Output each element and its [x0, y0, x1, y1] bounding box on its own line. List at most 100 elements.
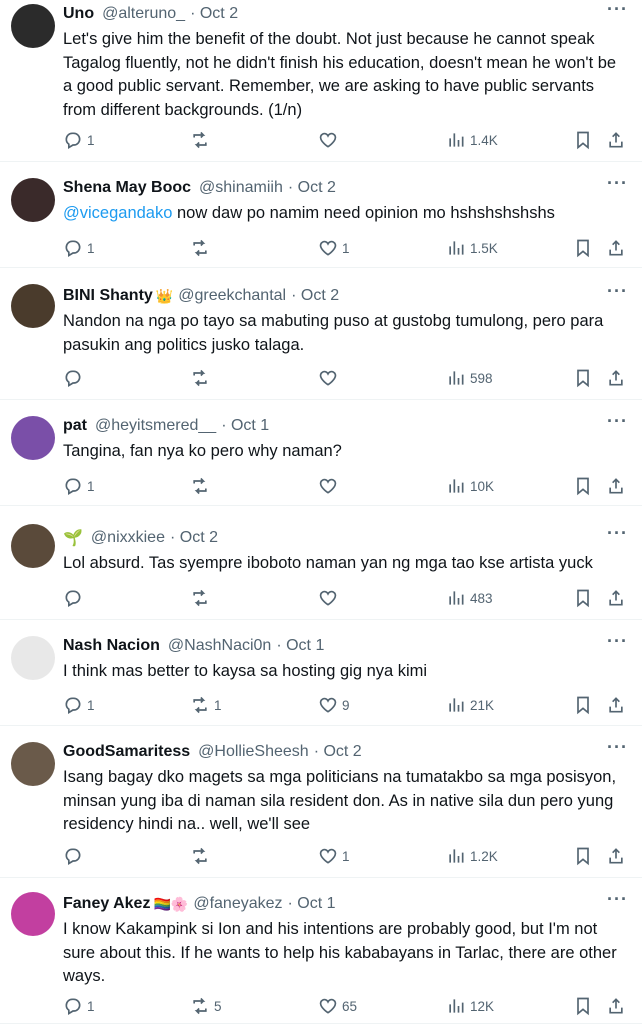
mention-link[interactable]: @vicegandako — [63, 204, 172, 222]
tweet[interactable]: Shena May Booc @shinamiih · Oct 2 ··· @viceg… — [0, 162, 642, 268]
handle[interactable]: @nixxkiee — [91, 529, 165, 547]
avatar[interactable] — [11, 892, 55, 936]
reply-button[interactable]: 1 — [63, 130, 95, 150]
bookmark-button[interactable] — [573, 368, 593, 388]
like-button[interactable] — [318, 476, 342, 496]
more-icon[interactable]: ··· — [607, 282, 628, 300]
share-button[interactable] — [606, 588, 626, 608]
views-button[interactable]: 10K — [446, 476, 494, 496]
timestamp[interactable]: · Oct 2 — [170, 529, 218, 547]
retweet-button[interactable] — [190, 130, 214, 150]
reply-button[interactable]: 1 — [63, 238, 95, 258]
share-button[interactable] — [606, 695, 626, 715]
reply-count: 1 — [87, 998, 95, 1014]
views-button[interactable]: 12K — [446, 996, 494, 1016]
views-button[interactable]: 483 — [446, 588, 493, 608]
bookmark-button[interactable] — [573, 238, 593, 258]
handle[interactable]: @alteruno_ — [102, 5, 185, 23]
handle[interactable]: @faneyakez — [193, 895, 282, 913]
timestamp[interactable]: · Oct 2 — [314, 743, 362, 761]
like-button[interactable]: 1 — [318, 238, 350, 258]
reply-button[interactable]: 1 — [63, 695, 95, 715]
bookmark-button[interactable] — [573, 130, 593, 150]
retweet-button[interactable] — [190, 588, 214, 608]
retweet-button[interactable]: 1 — [190, 695, 222, 715]
display-name[interactable]: Uno — [63, 5, 94, 23]
reply-button[interactable]: 1 — [63, 476, 95, 496]
tweet[interactable]: pat @heyitsmered__ · Oct 1 ··· Tangina, fan … — [0, 400, 642, 506]
share-button[interactable] — [606, 238, 626, 258]
display-name[interactable]: BINI Shanty — [63, 287, 153, 305]
like-button[interactable] — [318, 588, 342, 608]
retweet-button[interactable] — [190, 476, 214, 496]
avatar[interactable] — [11, 416, 55, 460]
tweet[interactable]: Faney Akez 🏳️‍🌈🌸 @faneyakez · Oct 1 ··· I kno… — [0, 878, 642, 1024]
tweet[interactable]: BINI Shanty 👑 @greekchantal · Oct 2 ··· Nando… — [0, 268, 642, 400]
bookmark-button[interactable] — [573, 588, 593, 608]
views-button[interactable]: 21K — [446, 695, 494, 715]
reply-button[interactable] — [63, 846, 87, 866]
timestamp[interactable]: · Oct 1 — [288, 895, 336, 913]
display-name[interactable]: Nash Nacion — [63, 637, 160, 655]
handle[interactable]: @shinamiih — [199, 179, 283, 197]
views-button[interactable]: 598 — [446, 368, 493, 388]
bookmark-button[interactable] — [573, 996, 593, 1016]
share-button[interactable] — [606, 130, 626, 150]
retweet-button[interactable] — [190, 238, 214, 258]
timestamp[interactable]: · Oct 2 — [291, 287, 339, 305]
bookmark-button[interactable] — [573, 846, 593, 866]
bookmark-button[interactable] — [573, 476, 593, 496]
retweet-button[interactable] — [190, 846, 214, 866]
reply-button[interactable]: 1 — [63, 996, 95, 1016]
more-icon[interactable]: ··· — [607, 412, 628, 430]
handle[interactable]: @greekchantal — [178, 287, 286, 305]
views-button[interactable]: 1.5K — [446, 238, 498, 258]
avatar[interactable] — [11, 636, 55, 680]
more-icon[interactable]: ··· — [607, 890, 628, 908]
like-button[interactable] — [318, 130, 342, 150]
share-button[interactable] — [606, 476, 626, 496]
handle[interactable]: @NashNaci0n — [168, 637, 271, 655]
like-button[interactable]: 9 — [318, 695, 350, 715]
more-icon[interactable]: ··· — [607, 524, 628, 542]
views-button[interactable]: 1.4K — [446, 130, 498, 150]
handle[interactable]: @HollieSheesh — [198, 743, 309, 761]
like-button[interactable] — [318, 368, 342, 388]
tweet[interactable]: Nash Nacion @NashNaci0n · Oct 1 ··· I think … — [0, 620, 642, 726]
timestamp[interactable]: · Oct 2 — [288, 179, 336, 197]
retweet-button[interactable] — [190, 368, 214, 388]
share-button[interactable] — [606, 368, 626, 388]
display-name[interactable]: Shena May Booc — [63, 179, 191, 197]
display-name[interactable]: GoodSamaritess — [63, 743, 190, 761]
more-icon[interactable]: ··· — [607, 632, 628, 650]
more-icon[interactable]: ··· — [607, 174, 628, 192]
retweet-button[interactable]: 5 — [190, 996, 222, 1016]
avatar[interactable] — [11, 742, 55, 786]
views-button[interactable]: 1.2K — [446, 846, 498, 866]
share-button[interactable] — [606, 846, 626, 866]
display-name[interactable]: Faney Akez — [63, 895, 150, 913]
reply-button[interactable] — [63, 588, 87, 608]
avatar[interactable] — [11, 524, 55, 568]
avatar[interactable] — [11, 4, 55, 48]
tweet[interactable]: 🌱 @nixxkiee · Oct 2 ··· Lol absurd. Tas syem… — [0, 506, 642, 620]
more-icon[interactable]: ··· — [607, 738, 628, 756]
share-button[interactable] — [606, 996, 626, 1016]
reply-button[interactable] — [63, 368, 87, 388]
tweet[interactable]: GoodSamaritess @HollieSheesh · Oct 2 ··· Isa… — [0, 726, 642, 878]
display-name[interactable]: 🌱 — [63, 528, 83, 548]
avatar[interactable] — [11, 284, 55, 328]
handle[interactable]: @heyitsmered__ — [95, 417, 216, 435]
timestamp[interactable]: · Oct 1 — [276, 637, 324, 655]
bookmark-button[interactable] — [573, 695, 593, 715]
avatar[interactable] — [11, 178, 55, 222]
more-icon[interactable]: ··· — [607, 0, 628, 18]
retweet-icon — [190, 476, 210, 496]
timestamp[interactable]: · Oct 2 — [190, 5, 238, 23]
tweet[interactable]: Uno @alteruno_ · Oct 2 ··· Let's give him th… — [0, 0, 642, 162]
retweet-count: 1 — [214, 697, 222, 713]
display-name[interactable]: pat — [63, 417, 87, 435]
like-button[interactable]: 1 — [318, 846, 350, 866]
like-button[interactable]: 65 — [318, 996, 357, 1016]
timestamp[interactable]: · Oct 1 — [221, 417, 269, 435]
